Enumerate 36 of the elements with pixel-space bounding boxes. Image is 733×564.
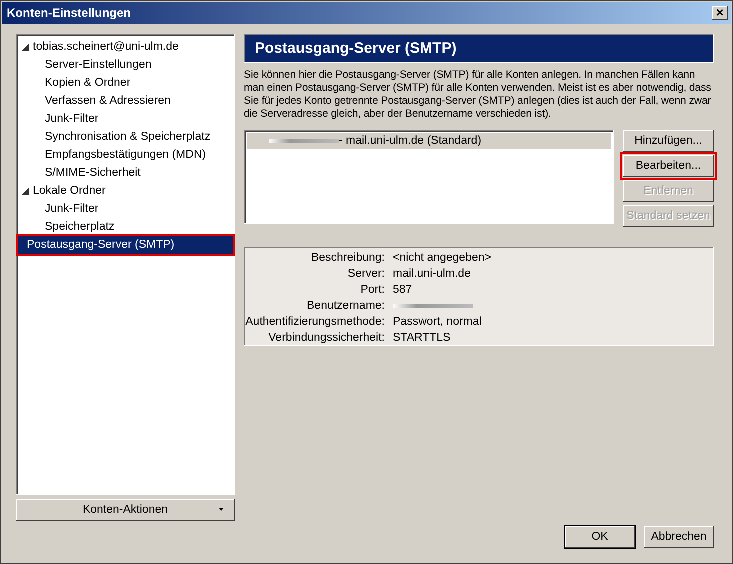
expand-triangle-icon[interactable]: [22, 188, 29, 194]
tree-item[interactable]: Empfangsbestätigungen (MDN): [42, 148, 210, 162]
tree-item[interactable]: Synchronisation & Speicherplatz: [42, 130, 214, 144]
tree-item[interactable]: S/MIME-Sicherheit: [42, 166, 144, 180]
action-button[interactable]: Hinzufügen...: [623, 130, 714, 152]
detail-value: STARTTLS: [393, 332, 452, 344]
tree-item[interactable]: Server-Einstellungen: [42, 58, 155, 72]
action-button[interactable]: Bearbeiten...: [623, 155, 714, 177]
dialog-button[interactable]: OK: [565, 526, 635, 548]
detail-label: Port:: [360, 284, 385, 296]
panel-title: Postausgang-Server (SMTP): [244, 34, 714, 63]
tree-item[interactable]: Postausgang-Server (SMTP): [18, 236, 233, 254]
server-list-item[interactable]: - mail.uni-ulm.de (Standard): [247, 133, 611, 149]
tree-item[interactable]: Speicherplatz: [42, 220, 118, 234]
detail-value: 587: [393, 284, 414, 296]
tree-item[interactable]: Junk-Filter: [42, 112, 102, 126]
tree-item[interactable]: Junk-Filter: [42, 202, 102, 216]
detail-label: Server:: [346, 268, 385, 280]
detail-value: Passwort, normal: [393, 316, 483, 328]
detail-label: Authentifizierungsmethode:: [245, 316, 385, 328]
close-button[interactable]: ×: [712, 6, 728, 20]
caret-icon: [219, 508, 224, 511]
detail-value: <nicht angegeben>: [393, 252, 492, 264]
tree-item[interactable]: Kopien & Ordner: [42, 76, 134, 90]
detail-label: Benutzername:: [306, 300, 385, 312]
window-title: Konten-Einstellungen: [7, 6, 131, 20]
description-text: Sie können hier die Postausgang-Server (SMTP) für alle Konten anlegen. In manchen Fällen kann man einen Postausgang-Server (SMTP) für alle Konten verwenden. Meist ist es aber notwendig, dass Sie für jedes Konto getrennte Postausgang-Server (SMTP) anlegen (dies ist auch der Fall, wenn zwar die Serveradresse gleich, aber der Benutzername verschieden ist).: [244, 69, 712, 121]
detail-label: Beschreibung:: [310, 252, 385, 264]
detail-value: mail.uni-ulm.de: [393, 268, 472, 280]
tree-item[interactable]: Verfassen & Adressieren: [42, 94, 174, 108]
tree-item[interactable]: tobias.scheinert@uni-ulm.de: [30, 40, 182, 54]
account-actions-button[interactable]: Konten-Aktionen: [16, 499, 235, 521]
tree-item[interactable]: Lokale Ordner: [30, 184, 109, 198]
detail-label: Verbindungssicherheit:: [268, 332, 385, 344]
expand-triangle-icon[interactable]: [22, 44, 29, 50]
dialog-button[interactable]: Abbrechen: [644, 526, 714, 548]
